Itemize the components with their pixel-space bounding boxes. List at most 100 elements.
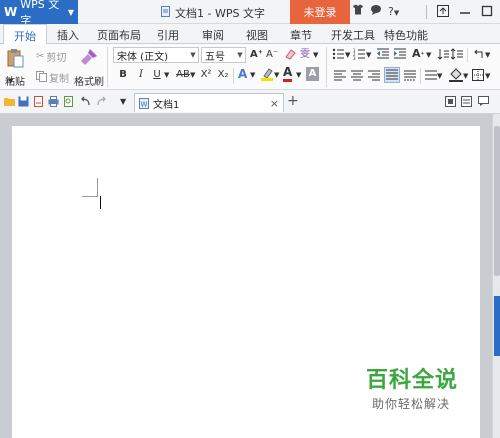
title-toolbar: ?▼	[352, 4, 399, 18]
ribbon-tabs: 开始 插入 页面布局 引用 审阅 视图 章节 开发工具 特色功能	[0, 24, 500, 45]
tab-insert[interactable]: 插入	[57, 27, 79, 43]
title-bar: W WPS 文字 ▼ 文档1 - WPS 文字 未登录 ?▼	[0, 0, 500, 27]
login-button[interactable]: 未登录	[290, 0, 350, 24]
window-controls	[420, 0, 493, 24]
tab-features[interactable]: 特色功能	[384, 27, 428, 43]
tab-developer[interactable]: 开发工具	[331, 27, 375, 43]
text-effect-button[interactable]: A	[238, 67, 247, 81]
char-shading-button[interactable]: A	[306, 67, 319, 81]
chevron-down-icon[interactable]: ▼	[345, 48, 350, 62]
side-panel-toggle[interactable]	[494, 296, 500, 356]
paint-bucket-icon[interactable]	[449, 68, 463, 87]
chevron-down-icon[interactable]: ▼	[190, 68, 195, 82]
bold-button[interactable]: B	[116, 68, 130, 82]
view-icon[interactable]	[445, 96, 456, 107]
shrink-font-button[interactable]: A⁻	[266, 48, 278, 62]
tab-chapter[interactable]: 章节	[290, 27, 312, 43]
maximize-icon[interactable]	[481, 5, 493, 20]
sort-icon[interactable]	[437, 48, 449, 65]
cut-button[interactable]: ✂ 剪切	[36, 49, 66, 64]
open-folder-icon[interactable]	[4, 96, 15, 107]
close-tab-icon[interactable]: ×	[270, 97, 279, 110]
chevron-down-icon[interactable]: ▼	[313, 48, 318, 62]
justify-icon[interactable]	[384, 67, 400, 83]
superscript-button[interactable]: X²	[199, 68, 213, 82]
feedback-icon[interactable]	[370, 4, 382, 18]
chevron-down-icon[interactable]: ▼	[485, 69, 490, 83]
underline-button[interactable]: U	[150, 68, 164, 82]
font-size-select[interactable]: 五号 ▼	[201, 47, 246, 63]
tab-review[interactable]: 审阅	[202, 27, 224, 43]
print-preview-icon[interactable]	[63, 96, 74, 107]
font-name-value: 宋体 (正文)	[117, 51, 168, 63]
clear-format-icon[interactable]	[284, 48, 296, 65]
line-spacing-icon[interactable]	[450, 48, 463, 65]
change-case-button[interactable]: A⁺	[412, 47, 425, 62]
document-tab-label: 文档1	[153, 99, 180, 111]
font-name-select[interactable]: 宋体 (正文) ▼	[113, 47, 199, 63]
scrollbar-thumb[interactable]	[494, 126, 500, 276]
chevron-down-icon: ▼	[237, 51, 243, 59]
chevron-down-icon[interactable]: ▼	[437, 69, 442, 83]
app-menu-button[interactable]: W WPS 文字 ▼	[0, 0, 78, 27]
chevron-down-icon[interactable]: ▼	[8, 74, 13, 88]
distribute-icon[interactable]	[404, 69, 416, 86]
restore-icon[interactable]	[437, 4, 449, 20]
increase-indent-icon[interactable]	[394, 48, 406, 65]
chevron-down-icon[interactable]: ▼	[274, 68, 279, 82]
redo-icon[interactable]	[96, 96, 107, 107]
chevron-down-icon[interactable]: ▼	[164, 68, 169, 82]
watermark-logo: 百科全说	[366, 368, 459, 393]
new-tab-button[interactable]: +	[287, 93, 299, 109]
tab-page-layout[interactable]: 页面布局	[97, 27, 141, 43]
chevron-down-icon[interactable]: ▼	[426, 48, 431, 62]
divider	[107, 47, 108, 87]
font-color-button[interactable]: A	[283, 66, 293, 82]
tab-references[interactable]: 引用	[157, 27, 179, 43]
numbered-list-icon[interactable]: 123	[353, 48, 365, 65]
grow-font-button[interactable]: A⁺	[250, 48, 263, 62]
copy-button[interactable]: 复制	[36, 70, 69, 85]
chevron-down-icon[interactable]: ▼	[485, 48, 490, 62]
chevron-down-icon[interactable]: ▼	[463, 69, 468, 83]
margin-corner-mark	[97, 178, 98, 197]
chevron-down-icon[interactable]: ▼	[250, 68, 255, 82]
tab-home[interactable]: 开始	[3, 24, 47, 45]
highlight-icon[interactable]	[260, 67, 274, 86]
format-painter-label: 格式刷	[74, 77, 104, 88]
phonetic-guide-button[interactable]: 雯	[300, 48, 310, 62]
help-button[interactable]: ?▼	[388, 5, 399, 18]
print-icon[interactable]	[48, 96, 59, 107]
undo-icon[interactable]	[472, 48, 484, 65]
divider	[420, 68, 421, 84]
document-tab[interactable]: W 文档1 ×	[134, 93, 284, 112]
align-left-icon[interactable]	[334, 69, 346, 86]
customize-toolbar-icon[interactable]: ▼	[120, 95, 126, 109]
align-center-icon[interactable]	[351, 69, 363, 86]
chevron-down-icon[interactable]: ▼	[296, 68, 301, 82]
paragraph-spacing-icon[interactable]	[425, 69, 437, 86]
export-pdf-icon[interactable]	[33, 96, 44, 107]
minimize-icon[interactable]	[459, 5, 471, 20]
reading-mode-icon[interactable]	[461, 96, 472, 107]
tab-view[interactable]: 视图	[246, 27, 268, 43]
bullet-list-icon[interactable]	[332, 48, 344, 65]
window-title: 文档1 - WPS 文字	[160, 5, 265, 21]
align-right-icon[interactable]	[368, 69, 380, 86]
comment-icon[interactable]	[478, 96, 489, 107]
document-icon	[160, 6, 171, 20]
divider	[426, 5, 427, 19]
chevron-down-icon[interactable]: ▼	[366, 48, 371, 62]
tshirt-icon[interactable]	[352, 4, 364, 18]
decrease-indent-icon[interactable]	[377, 48, 389, 65]
undo-icon[interactable]	[80, 96, 91, 107]
chevron-down-icon: ▼	[190, 51, 196, 59]
italic-button[interactable]: I	[134, 68, 148, 82]
subscript-button[interactable]: X₂	[216, 68, 230, 82]
borders-icon[interactable]	[472, 69, 484, 86]
format-painter-button[interactable]: 格式刷	[74, 48, 104, 88]
cut-label: 剪切	[46, 53, 67, 64]
watermark: 百科全说 助你轻松解决	[366, 362, 496, 412]
save-icon[interactable]	[18, 96, 29, 107]
copy-icon	[36, 70, 47, 85]
